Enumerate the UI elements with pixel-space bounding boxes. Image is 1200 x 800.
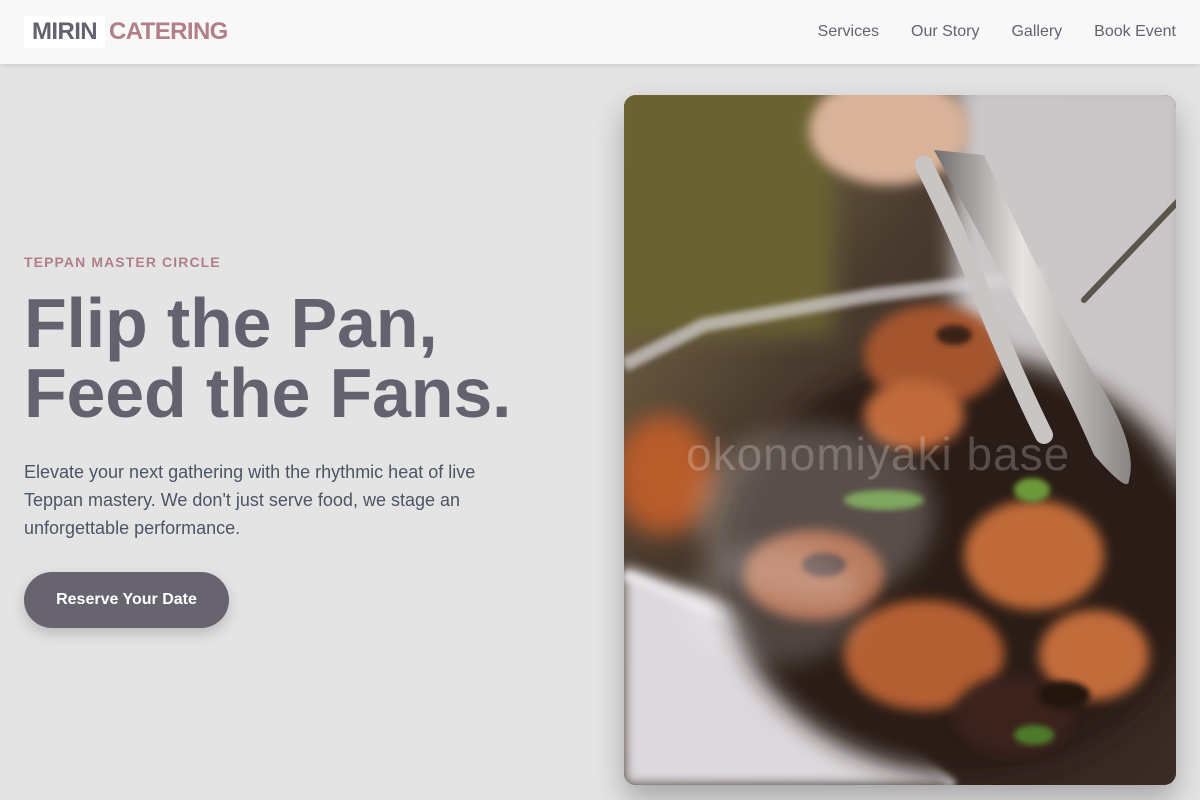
nav-link-gallery[interactable]: Gallery [1011, 23, 1062, 41]
hero-eyebrow: TEPPAN MASTER CIRCLE [24, 254, 221, 270]
reserve-date-button[interactable]: Reserve Your Date [24, 572, 229, 628]
photo-watermark: okonomiyaki base [686, 428, 1071, 480]
hero-food-photo: okonomiyaki base [624, 95, 1176, 785]
nav-link-services[interactable]: Services [818, 23, 879, 41]
hero-description: Elevate your next gathering with the rhy… [24, 462, 476, 538]
nav-link-book-event[interactable]: Book Event [1094, 23, 1176, 41]
hero-headline-line-2: Feed the Fans. [24, 354, 512, 432]
hero-headline-line-1: Flip the Pan, [24, 284, 438, 362]
logo-word-catering: CATERING [109, 18, 228, 45]
brand-logo[interactable]: MIRIN CATERING [24, 16, 228, 48]
hero-section: TEPPAN MASTER CIRCLE Flip the Pan, Feed … [24, 254, 584, 628]
logo-word-mirin: MIRIN [24, 16, 105, 48]
nav-link-our-story[interactable]: Our Story [911, 23, 979, 41]
hero-headline: Flip the Pan, Feed the Fans. [24, 288, 584, 428]
main-nav: Services Our Story Gallery Book Event [818, 23, 1176, 41]
site-header: MIRIN CATERING Services Our Story Galler… [0, 0, 1200, 64]
